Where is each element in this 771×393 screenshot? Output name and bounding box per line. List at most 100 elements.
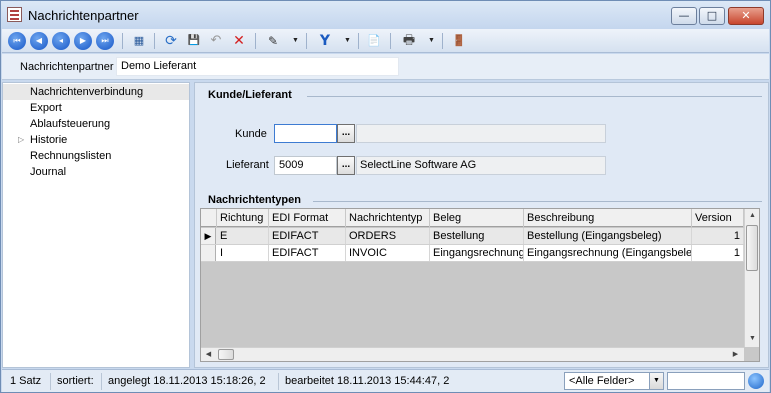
cell-nachrichtentyp[interactable]: INVOIC bbox=[346, 245, 430, 261]
chevron-down-icon[interactable]: ▼ bbox=[649, 373, 663, 389]
scroll-up-icon[interactable]: ▲ bbox=[745, 209, 760, 223]
maximize-button[interactable]: □ bbox=[699, 7, 725, 25]
detail-panel: Kunde/Lieferant Kunde ... Lieferant 5009… bbox=[194, 82, 769, 368]
edited-info: bearbeitet 18.11.2013 15:44:47, 2 bbox=[285, 375, 450, 387]
column-header-richtung[interactable]: Richtung bbox=[217, 209, 269, 227]
table-row[interactable]: I EDIFACT INVOIC Eingangsrechnung Eingan… bbox=[201, 245, 744, 262]
quick-search-input[interactable] bbox=[667, 372, 745, 390]
cell-nachrichtentyp[interactable]: ORDERS bbox=[346, 228, 430, 244]
sidebar-item-rechnungslisten[interactable]: Rechnungslisten bbox=[3, 148, 189, 164]
column-header-edi-format[interactable]: EDI Format bbox=[269, 209, 346, 227]
column-header-nachrichtentyp[interactable]: Nachrichtentyp bbox=[346, 209, 430, 227]
status-bar: 1 Satz sortiert: angelegt 18.11.2013 15:… bbox=[2, 369, 769, 392]
partner-row: Nachrichtenpartner Demo Lieferant bbox=[2, 54, 769, 80]
toolbar-separator bbox=[358, 33, 359, 49]
cell-edi-format[interactable]: EDIFACT bbox=[269, 228, 346, 244]
app-window: Nachrichtenpartner — □ ✕ ⏮ ◀ ◂ ▶ ⏭ ▦ ⟳ 💾… bbox=[0, 0, 771, 393]
toolbar-separator bbox=[390, 33, 391, 49]
status-separator bbox=[278, 373, 279, 390]
lieferant-input[interactable]: 5009 bbox=[274, 156, 337, 175]
cell-beschreibung[interactable]: Eingangsrechnung (Eingangsbeleg bbox=[524, 245, 692, 261]
globe-icon[interactable] bbox=[748, 373, 764, 389]
first-record-icon[interactable]: ⏮ bbox=[8, 32, 26, 50]
print-dropdown-icon[interactable]: ▼ bbox=[427, 32, 436, 50]
current-row-icon: ▶ bbox=[201, 228, 216, 244]
sidebar-item-label: Export bbox=[30, 102, 62, 114]
sidebar-item-journal[interactable]: Journal bbox=[3, 164, 189, 180]
lieferant-name-display: SelectLine Software AG bbox=[356, 156, 606, 175]
scroll-left-icon[interactable]: ◀ bbox=[201, 348, 216, 362]
print-icon[interactable]: 🖶 bbox=[400, 32, 418, 50]
group-divider bbox=[313, 201, 762, 202]
minimize-button[interactable]: — bbox=[671, 7, 697, 25]
refresh-icon[interactable]: ⟳ bbox=[162, 32, 180, 50]
horizontal-scrollbar[interactable]: ◀ ▶ bbox=[201, 347, 744, 361]
nachrichtentypen-group-title: Nachrichtentypen bbox=[208, 194, 301, 206]
filter-icon[interactable]: Y bbox=[316, 32, 334, 50]
save-icon[interactable]: 💾 bbox=[185, 32, 203, 50]
prev-record-icon[interactable]: ◂ bbox=[52, 32, 70, 50]
column-header-version[interactable]: Version bbox=[692, 209, 744, 227]
kunde-lieferant-group-title: Kunde/Lieferant bbox=[208, 89, 292, 101]
toolbar-separator bbox=[306, 33, 307, 49]
prev-page-icon[interactable]: ◀ bbox=[30, 32, 48, 50]
title-bar: Nachrichtenpartner — □ ✕ bbox=[1, 1, 770, 29]
tools-dropdown-icon[interactable]: ▼ bbox=[291, 32, 300, 50]
close-button[interactable]: ✕ bbox=[728, 7, 764, 25]
scroll-down-icon[interactable]: ▼ bbox=[745, 332, 760, 346]
grid-header: Richtung EDI Format Nachrichtentyp Beleg… bbox=[201, 209, 744, 227]
table-row[interactable]: ▶ E EDIFACT ORDERS Bestellung Bestellung… bbox=[201, 228, 744, 245]
toolbar-separator bbox=[442, 33, 443, 49]
status-separator bbox=[50, 373, 51, 390]
column-header-beschreibung[interactable]: Beschreibung bbox=[524, 209, 692, 227]
kunde-input[interactable] bbox=[274, 124, 337, 143]
record-count: 1 Satz bbox=[10, 375, 42, 387]
cell-beleg[interactable]: Eingangsrechnung bbox=[430, 245, 524, 261]
cell-beleg[interactable]: Bestellung bbox=[430, 228, 524, 244]
cell-edi-format[interactable]: EDIFACT bbox=[269, 245, 346, 261]
toolbar-separator bbox=[154, 33, 155, 49]
expand-arrow-icon[interactable]: ▷ bbox=[18, 132, 24, 148]
sidebar-item-ablaufsteuerung[interactable]: Ablaufsteuerung bbox=[3, 116, 189, 132]
app-icon bbox=[7, 7, 22, 22]
cell-beschreibung[interactable]: Bestellung (Eingangsbeleg) bbox=[524, 228, 692, 244]
sidebar-item-historie[interactable]: ▷ Historie bbox=[3, 132, 189, 148]
exit-icon[interactable]: 🚪 bbox=[450, 32, 468, 50]
sidebar-item-export[interactable]: Export bbox=[3, 100, 189, 116]
column-header-beleg[interactable]: Beleg bbox=[430, 209, 524, 227]
horizontal-scroll-thumb[interactable] bbox=[218, 349, 234, 360]
sidebar-item-nachrichtenverbindung[interactable]: Nachrichtenverbindung bbox=[3, 84, 189, 100]
scroll-right-icon[interactable]: ▶ bbox=[728, 348, 743, 362]
next-record-icon[interactable]: ▶ bbox=[74, 32, 92, 50]
cell-richtung[interactable]: E bbox=[217, 228, 269, 244]
vertical-scrollbar[interactable]: ▲ ▼ bbox=[744, 209, 759, 347]
table-view-icon[interactable]: ▦ bbox=[130, 32, 148, 50]
document-icon[interactable]: 📄 bbox=[365, 32, 383, 50]
created-info: angelegt 18.11.2013 15:18:26, 2 bbox=[108, 375, 266, 387]
filter-dropdown-icon[interactable]: ▼ bbox=[343, 32, 352, 50]
last-record-icon[interactable]: ⏭ bbox=[96, 32, 114, 50]
kunde-name-display bbox=[356, 124, 606, 143]
partner-name-field[interactable]: Demo Lieferant bbox=[116, 57, 399, 76]
cell-version[interactable]: 1 bbox=[692, 228, 744, 244]
sidebar-item-label: Nachrichtenverbindung bbox=[30, 86, 144, 98]
toolbar-separator bbox=[255, 33, 256, 49]
kunde-label: Kunde bbox=[235, 128, 267, 140]
status-separator bbox=[101, 373, 102, 390]
cell-richtung[interactable]: I bbox=[217, 245, 269, 261]
toolbar-separator bbox=[122, 33, 123, 49]
sidebar-item-label: Rechnungslisten bbox=[30, 150, 112, 162]
field-filter-select[interactable]: <Alle Felder> ▼ bbox=[564, 372, 664, 390]
lieferant-lookup-button[interactable]: ... bbox=[337, 156, 355, 175]
vertical-scroll-thumb[interactable] bbox=[746, 225, 758, 271]
tools-icon[interactable]: ✎ bbox=[264, 32, 282, 50]
group-divider bbox=[307, 96, 762, 97]
cell-version[interactable]: 1 bbox=[692, 245, 744, 261]
undo-icon[interactable]: ↶ bbox=[207, 32, 225, 50]
toolbar: ⏮ ◀ ◂ ▶ ⏭ ▦ ⟳ 💾 ↶ ✕ ✎ ▼ Y ▼ 📄 🖶 ▼ 🚪 bbox=[2, 29, 769, 53]
sidebar-nav: Nachrichtenverbindung Export Ablaufsteue… bbox=[2, 82, 190, 368]
sidebar-item-label: Ablaufsteuerung bbox=[30, 118, 111, 130]
window-title: Nachrichtenpartner bbox=[28, 8, 139, 23]
kunde-lookup-button[interactable]: ... bbox=[337, 124, 355, 143]
delete-icon[interactable]: ✕ bbox=[230, 32, 248, 50]
